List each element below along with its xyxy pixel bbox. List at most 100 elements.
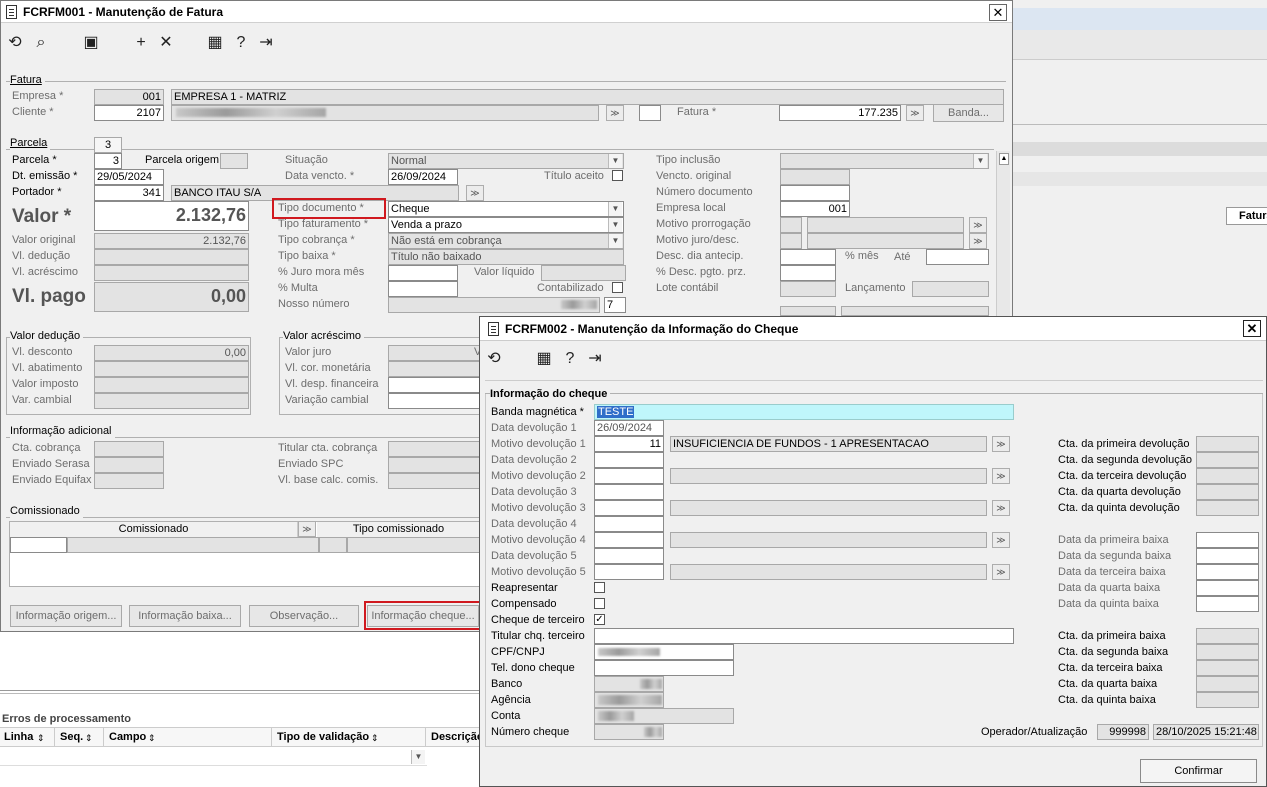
dialog-calendar-icon[interactable]: ▦ — [534, 349, 554, 369]
motivo5-lookup-button[interactable]: ≫ — [992, 564, 1010, 580]
dialog-close-button[interactable]: ✕ — [1243, 320, 1261, 337]
banda-button[interactable]: Banda... — [933, 104, 1004, 122]
empresa-code-field[interactable]: 001 — [94, 89, 164, 105]
fatura-lookup-button[interactable]: ≫ — [906, 105, 924, 121]
dev2-field[interactable] — [594, 452, 664, 468]
multa-field[interactable] — [388, 281, 458, 297]
undo-icon[interactable]: ⟲ — [5, 33, 25, 53]
titulo-aceito-checkbox[interactable] — [612, 170, 623, 181]
errors-col-tipo[interactable]: Tipo de validação — [273, 728, 426, 746]
motivo2-lookup-button[interactable]: ≫ — [992, 468, 1010, 484]
nosso-numero-digit-field[interactable]: 7 — [604, 297, 626, 313]
tipo-inclusao-dropdown-icon[interactable]: ▼ — [973, 154, 987, 168]
background-tab-fatura[interactable]: Fatura — [1226, 207, 1267, 225]
sort-linha-icon[interactable]: ⇕ — [37, 731, 45, 745]
sort-campo-icon[interactable]: ⇕ — [148, 731, 156, 745]
terceiro-checkbox[interactable]: ✓ — [594, 614, 605, 625]
desc-pgto-field[interactable] — [780, 265, 836, 281]
save-icon[interactable]: ▣ — [81, 33, 101, 53]
parcela-scrollbar[interactable]: ▲ — [996, 151, 1010, 321]
calendar-icon[interactable]: ▦ — [205, 33, 225, 53]
emissao-field[interactable]: 29/05/2024 — [94, 169, 164, 185]
fatura-field[interactable]: 177.235 — [779, 105, 901, 121]
errors-row[interactable] — [0, 748, 427, 766]
errors-col-linha[interactable]: Linha — [0, 728, 55, 746]
portador-code-field[interactable]: 341 — [94, 185, 164, 201]
parcela-tab[interactable]: 3 — [94, 137, 122, 153]
situacao-field[interactable]: Normal — [388, 153, 624, 169]
motivo3-code-field[interactable] — [594, 500, 664, 516]
exit-icon[interactable]: ⇥ — [256, 33, 276, 53]
tipo-cob-dropdown-icon[interactable]: ▼ — [608, 234, 622, 248]
situacao-dropdown-icon[interactable]: ▼ — [608, 154, 622, 168]
tipo-fat-dropdown-icon[interactable]: ▼ — [608, 218, 622, 232]
observacao-button[interactable]: Observação... — [249, 605, 359, 627]
motivo-prorrog-code-field[interactable] — [780, 217, 802, 233]
banda-field[interactable]: TESTE — [594, 404, 1014, 420]
juro-field[interactable] — [388, 265, 458, 281]
data-baixa-2-field[interactable] — [1196, 548, 1259, 564]
dev3-field[interactable] — [594, 484, 664, 500]
cliente-extra-field[interactable] — [639, 105, 661, 121]
tipo-fat-field[interactable]: Venda a prazo — [388, 217, 624, 233]
tipo-doc-dropdown-icon[interactable]: ▼ — [608, 202, 622, 216]
contabilizado-checkbox[interactable] — [612, 282, 623, 293]
data-baixa-3-field[interactable] — [1196, 564, 1259, 580]
sort-tipo-icon[interactable]: ⇕ — [371, 731, 379, 745]
comissionado-lookup-button[interactable]: ≫ — [298, 521, 316, 537]
parcela-field[interactable]: 3 — [94, 153, 122, 169]
motivo4-code-field[interactable] — [594, 532, 664, 548]
data-baixa-4-field[interactable] — [1196, 580, 1259, 596]
variacao-cambial-field[interactable] — [388, 393, 481, 409]
motivo4-lookup-button[interactable]: ≫ — [992, 532, 1010, 548]
comissionado-header-col1[interactable]: Comissionado — [10, 522, 298, 537]
errors-dropdown-icon[interactable]: ▼ — [411, 750, 425, 764]
portador-lookup-button[interactable]: ≫ — [466, 185, 484, 201]
motivo2-code-field[interactable] — [594, 468, 664, 484]
dialog-exit-icon[interactable]: ⇥ — [585, 349, 605, 369]
motivo-prorrog-lookup-button[interactable]: ≫ — [969, 217, 987, 233]
compensado-checkbox[interactable] — [594, 598, 605, 609]
reapresentar-checkbox[interactable] — [594, 582, 605, 593]
data-baixa-1-field[interactable] — [1196, 532, 1259, 548]
comissionado-cell-input[interactable] — [10, 537, 67, 553]
valor-field[interactable]: 2.132,76 — [94, 201, 249, 231]
dialog-undo-icon[interactable]: ⟲ — [484, 349, 504, 369]
motivo3-lookup-button[interactable]: ≫ — [992, 500, 1010, 516]
main-close-button[interactable]: ✕ — [989, 4, 1007, 21]
vencto-field[interactable]: 26/09/2024 — [388, 169, 458, 185]
sort-seq-icon[interactable]: ⇕ — [85, 731, 93, 745]
delete-icon[interactable]: ✕ — [156, 33, 176, 53]
errors-col-seq[interactable]: Seq. — [56, 728, 104, 746]
tel-field[interactable] — [594, 660, 734, 676]
informacao-origem-button[interactable]: Informação origem... — [10, 605, 122, 627]
dev5-field[interactable] — [594, 548, 664, 564]
motivo1-lookup-button[interactable]: ≫ — [992, 436, 1010, 452]
motivo5-code-field[interactable] — [594, 564, 664, 580]
informacao-baixa-button[interactable]: Informação baixa... — [129, 605, 241, 627]
motivo-juro-lookup-button[interactable]: ≫ — [969, 233, 987, 249]
cliente-lookup-button[interactable]: ≫ — [606, 105, 624, 121]
data-baixa-5-field[interactable] — [1196, 596, 1259, 612]
search-icon[interactable]: ⌕ — [31, 33, 51, 53]
desc-dia-field[interactable] — [780, 249, 836, 265]
motivo1-code-field[interactable]: 11 — [594, 436, 664, 452]
motivo-juro-code-field[interactable] — [780, 233, 802, 249]
cliente-code-field[interactable]: 2107 — [94, 105, 164, 121]
desp-financeira-field[interactable] — [388, 377, 481, 393]
help-icon[interactable]: ? — [231, 33, 251, 53]
tipo-doc-field[interactable]: Cheque — [388, 201, 624, 217]
tipo-inclusao-field[interactable] — [780, 153, 989, 169]
empresa-local-field[interactable]: 001 — [780, 201, 850, 217]
confirm-button[interactable]: Confirmar — [1140, 759, 1257, 783]
numero-doc-field[interactable] — [780, 185, 850, 201]
dialog-help-icon[interactable]: ? — [560, 349, 580, 369]
titular-field[interactable] — [594, 628, 1014, 644]
errors-col-descricao[interactable]: Descrição — [427, 728, 484, 746]
dev1-field[interactable]: 26/09/2024 — [594, 420, 664, 436]
dev4-field[interactable] — [594, 516, 664, 532]
comissionado-header-col2[interactable]: Tipo comissionado — [317, 522, 480, 537]
add-icon[interactable]: + — [131, 33, 151, 53]
parcela-origem-field[interactable] — [220, 153, 248, 169]
errors-col-campo[interactable]: Campo — [105, 728, 272, 746]
